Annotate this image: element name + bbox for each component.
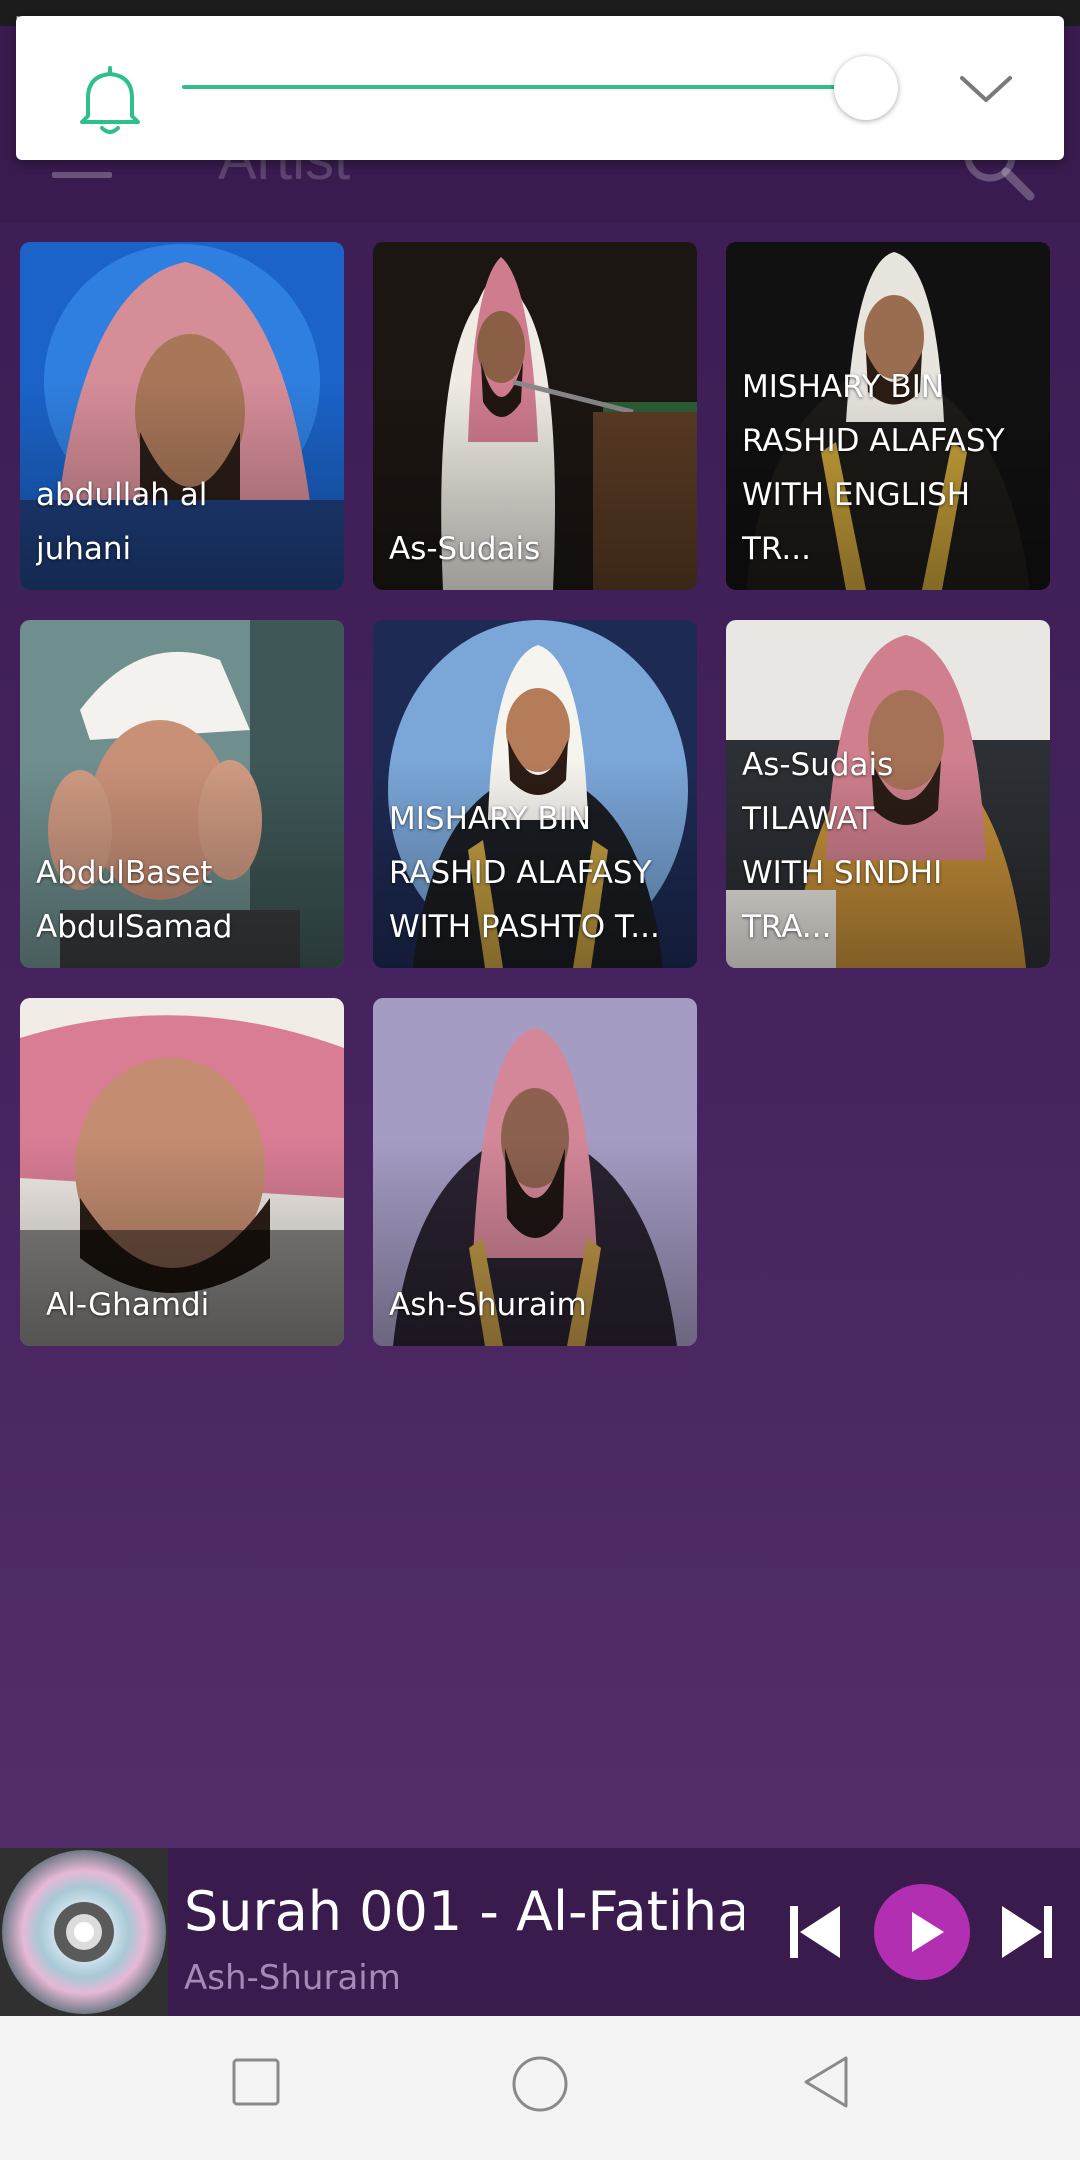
cd-art-icon — [0, 1848, 168, 2016]
artist-name: Al-Ghamdi — [46, 1287, 210, 1323]
artist-card-as-sudais[interactable]: As-Sudais — [373, 242, 697, 590]
now-playing-bar[interactable]: Surah 001 - Al-Fatiha Ash-Shuraim — [0, 1848, 1080, 2016]
artist-card-as-sudais-sindhi[interactable]: As-Sudais TILAWAT WITH SINDHI TRA... — [726, 620, 1050, 968]
home-circle-icon[interactable] — [510, 2054, 570, 2114]
system-nav-bar — [0, 2016, 1080, 2160]
play-icon — [912, 1912, 944, 1952]
artist-card-al-ghamdi[interactable]: Al-Ghamdi — [20, 998, 344, 1346]
chevron-down-icon[interactable] — [956, 68, 1016, 108]
back-triangle-icon[interactable] — [798, 2054, 854, 2110]
skip-previous-icon[interactable] — [786, 1900, 846, 1964]
artist-card-ash-shuraim[interactable]: Ash-Shuraim — [373, 998, 697, 1346]
artist-card-mishary-english[interactable]: MISHARY BIN RASHID ALAFASY WITH ENGLISH … — [726, 242, 1050, 590]
skip-next-icon[interactable] — [996, 1900, 1056, 1964]
artist-card-abdullah-al-juhani[interactable]: abdullah al juhani — [20, 242, 344, 590]
now-playing-artist: Ash-Shuraim — [184, 1958, 401, 1998]
artist-name: As-Sudais — [389, 531, 541, 567]
artist-card-abdulbaset[interactable]: AbdulBaset AbdulSamad — [20, 620, 344, 968]
volume-slider-thumb[interactable] — [834, 56, 899, 120]
artist-name: MISHARY BIN RASHID ALAFASY WITH PASHTO T… — [389, 801, 660, 945]
volume-popup — [16, 16, 1064, 160]
artist-name: Ash-Shuraim — [389, 1287, 587, 1323]
artist-name: AbdulBaset AbdulSamad — [36, 855, 233, 945]
artist-name: abdullah al juhani — [36, 477, 208, 567]
volume-slider-track[interactable] — [182, 85, 867, 89]
now-playing-title: Surah 001 - Al-Fatiha — [184, 1880, 744, 1943]
artist-card-mishary-pashto[interactable]: MISHARY BIN RASHID ALAFASY WITH PASHTO T… — [373, 620, 697, 968]
play-button[interactable] — [874, 1884, 970, 1980]
artist-name: MISHARY BIN RASHID ALAFASY WITH ENGLISH … — [742, 369, 1005, 567]
recents-square-icon[interactable] — [228, 2054, 284, 2110]
artist-name: As-Sudais TILAWAT WITH SINDHI TRA... — [742, 747, 943, 945]
app-screen: … … … Artist abdullah al juhani — [0, 0, 1080, 2160]
bell-icon[interactable] — [68, 58, 152, 142]
